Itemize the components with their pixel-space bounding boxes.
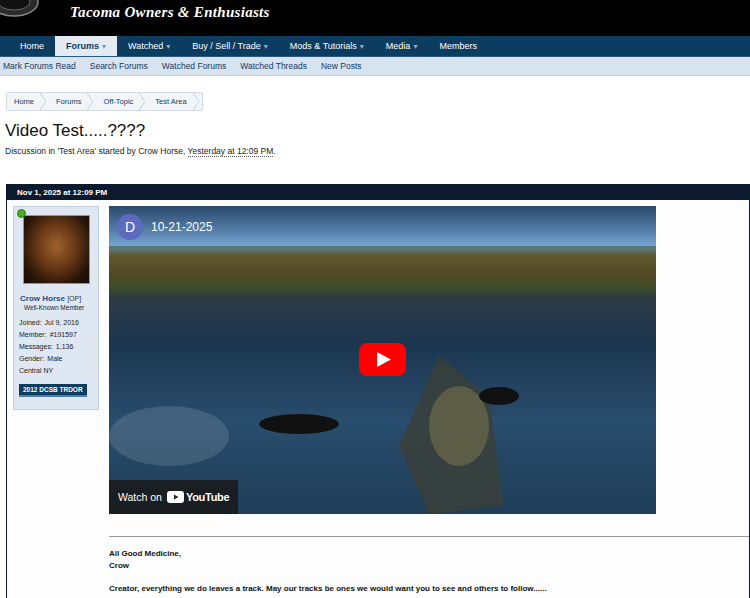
subnav-link[interactable]: Watched Threads [240,61,321,71]
user-title: Well-Known Member [24,304,84,311]
online-status-icon [17,209,26,218]
subnav-link[interactable]: Mark Forums Read [3,61,90,71]
user-panel: Crow Horse [OP]Well-Known MemberJoined:J… [13,206,99,410]
breadcrumb-item[interactable]: Home [7,93,49,110]
nav-tab[interactable]: Watched▾ [117,36,181,56]
chevron-icon [87,93,93,110]
user-stat: Joined:Jul 9, 2016 [19,319,79,326]
meta-suffix: . [273,146,275,156]
user-stat: Central NY [19,367,79,374]
username-link[interactable]: Crow Horse [20,294,65,303]
watch-label: Watch on [118,491,162,503]
stat-value: Jul 9, 2016 [45,319,79,326]
content-area: Home Forums Off-Topic Test Area Video Test..… [0,76,750,598]
dropdown-arrow-icon: ▾ [166,42,170,51]
signature-line: All Good Medicine, [109,548,749,560]
chevron-icon [193,93,199,110]
nav-label: Buy / Sell / Trade [192,41,261,51]
stat-label: Messages: [19,343,53,350]
post-date: Nov 1, 2025 at 12:09 PM [17,188,107,197]
avatar-container [23,215,90,284]
site-header: Tacoma Owners & Enthusiasts [0,0,750,36]
avatar-image[interactable] [23,215,90,284]
youtube-icon [167,491,184,503]
nav-tab[interactable]: Mods & Tutorials▾ [279,36,375,56]
youtube-wordmark: YouTube [186,491,229,503]
stat-value: 1,136 [56,343,74,350]
subnav-link[interactable]: Search Forums [90,61,162,71]
nav-label: Media [386,41,411,51]
video-embed[interactable]: D 10-21-2025 Watch on YouTube [109,206,656,514]
channel-avatar[interactable]: D [117,214,143,240]
site-logo-icon[interactable] [0,0,44,30]
sub-nav: Mark Forums ReadSearch ForumsWatched For… [0,57,750,76]
nav-label: Members [439,41,477,51]
subnav-link[interactable]: New Posts [321,61,376,71]
signature-divider [109,536,749,537]
breadcrumb: Home Forums Off-Topic Test Area [6,92,203,111]
stat-label: Joined: [19,319,42,326]
watch-on-youtube-button[interactable]: Watch on YouTube [109,480,238,514]
post-time-link[interactable]: Yesterday at 12:09 PM [188,146,274,157]
nav-label: Forums [66,41,99,51]
subnav-link[interactable]: Watched Forums [162,61,240,71]
nav-label: Mods & Tutorials [290,41,357,51]
user-badge: 2012 DCSB TRDOR [19,384,87,397]
nav-tab[interactable]: Media▾ [375,36,429,56]
dropdown-arrow-icon: ▾ [264,42,268,51]
main-nav: HomeForums▾Watched▾Buy / Sell / Trade▾Mo… [0,36,750,57]
username: Crow Horse [OP] [20,294,81,303]
post: Nov 1, 2025 at 12:09 PMCrow Horse [OP]We… [6,184,750,598]
user-stats: Joined:Jul 9, 2016 Member:#191597 Messages… [19,319,79,374]
breadcrumb-item[interactable]: Off-Topic [96,93,148,110]
op-tag: [OP] [67,295,81,302]
signature: All Good Medicine,Crow [109,548,749,572]
nav-tab[interactable]: Buy / Sell / Trade▾ [181,36,279,56]
user-stat: Member:#191597 [19,331,79,338]
signature-quote: Creator, everything we do leaves a track… [109,584,749,593]
stat-label: Member: [19,331,47,338]
nav-tab[interactable]: Members [428,36,488,56]
signature-line: Crow [109,560,749,572]
stat-label: Gender: [19,355,44,362]
nav-label: Home [20,41,44,51]
breadcrumb-label: Off-Topic [103,97,133,106]
dropdown-arrow-icon: ▾ [360,42,364,51]
nav-tab[interactable]: Home [9,36,55,56]
breadcrumb-label: Home [14,97,34,106]
dropdown-arrow-icon: ▾ [413,42,417,51]
meta-text: Discussion in 'Test Area' started by Cro… [5,146,188,156]
nav-label: Watched [128,41,163,51]
stat-value: Central NY [19,367,53,374]
video-top-bar: D 10-21-2025 [117,214,212,240]
breadcrumb-label: Forums [56,97,81,106]
breadcrumb-item[interactable]: Test Area [148,93,201,110]
user-stat: Gender:Male [19,355,79,362]
user-stat: Messages:1,136 [19,343,79,350]
site-title[interactable]: Tacoma Owners & Enthusiasts [44,0,270,21]
breadcrumb-item[interactable]: Forums [49,93,96,110]
post-header: Nov 1, 2025 at 12:09 PM [7,185,749,200]
post-body: Crow Horse [OP]Well-Known MemberJoined:J… [7,200,749,593]
stat-value: #191597 [50,331,77,338]
play-button-icon[interactable] [359,343,406,376]
thread-title: Video Test.....???? [5,121,750,141]
stat-value: Male [47,355,62,362]
youtube-logo: YouTube [167,491,229,503]
chevron-icon [139,93,145,110]
video-title[interactable]: 10-21-2025 [151,220,212,234]
thread-meta: Discussion in 'Test Area' started by Cro… [5,146,750,156]
chevron-icon [40,93,46,110]
post-content: D 10-21-2025 Watch on YouTube All Good Medic… [109,206,749,593]
breadcrumb-label: Test Area [155,97,186,106]
nav-tab[interactable]: Forums▾ [55,36,117,56]
dropdown-arrow-icon: ▾ [102,42,106,51]
